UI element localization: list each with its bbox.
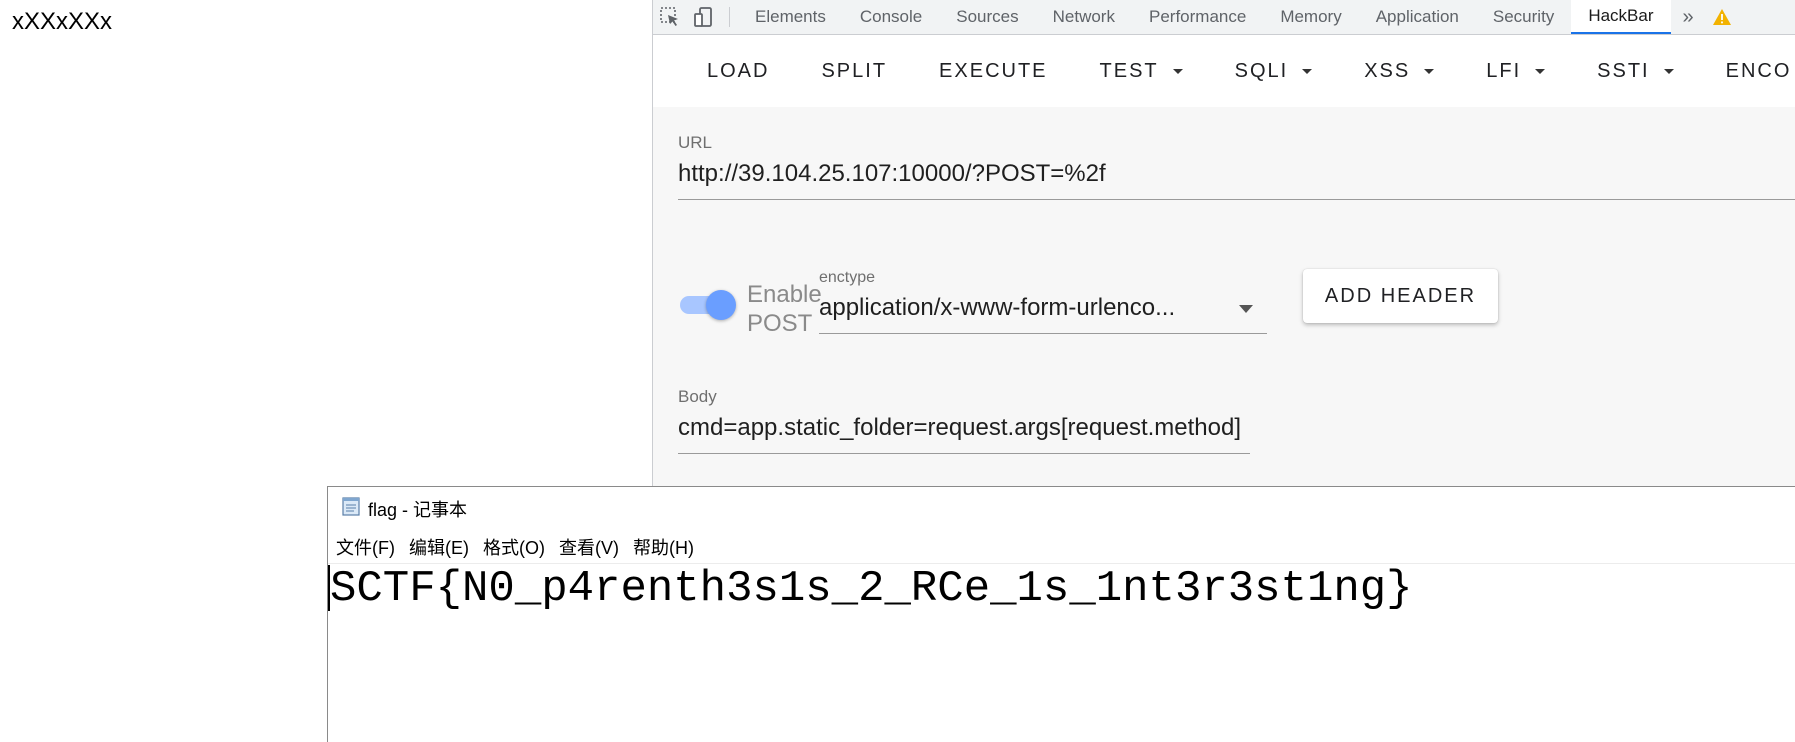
enctype-select[interactable]: application/x-www-form-urlenco... <box>819 294 1175 322</box>
more-tabs-icon[interactable]: » <box>1671 0 1706 34</box>
lfi-button-label: LFI <box>1486 60 1522 82</box>
caret-down-icon <box>1172 69 1183 74</box>
menu-help[interactable]: 帮助(H) <box>633 534 694 560</box>
load-button-label: LOAD <box>707 60 770 82</box>
notepad-title: flag - 记事本 <box>368 499 468 520</box>
menu-edit[interactable]: 编辑(E) <box>409 534 469 560</box>
caret-down-icon <box>1535 69 1546 74</box>
encoding-button-label: ENCO <box>1725 60 1792 82</box>
xss-menu-button[interactable]: XSS <box>1338 60 1460 83</box>
lfi-menu-button[interactable]: LFI <box>1460 60 1571 83</box>
hackbar-form: URL http://39.104.25.107:10000/?POST=%2f… <box>653 107 1795 486</box>
encoding-menu-button[interactable]: ENCO <box>1700 60 1795 83</box>
notepad-window: flag - 记事本 文件(F) 编辑(E) 格式(O) 查看(V) 帮助(H)… <box>327 486 1795 742</box>
execute-button-label: EXECUTE <box>939 60 1048 82</box>
sqli-button-label: SQLI <box>1234 60 1289 82</box>
tab-application[interactable]: Application <box>1359 0 1476 34</box>
sqli-menu-button[interactable]: SQLI <box>1209 60 1339 83</box>
tab-elements[interactable]: Elements <box>738 0 843 34</box>
body-underline <box>678 453 1250 454</box>
xss-button-label: XSS <box>1364 60 1411 82</box>
devtools-panel: Elements Console Sources Network Perform… <box>652 0 1795 486</box>
ssti-button-label: SSTI <box>1597 60 1650 82</box>
toolbar-separator <box>729 7 730 27</box>
tab-sources[interactable]: Sources <box>939 0 1035 34</box>
test-menu-button[interactable]: TEST <box>1074 60 1209 83</box>
caret-down-icon <box>1302 69 1313 74</box>
load-button[interactable]: LOAD <box>681 60 795 83</box>
page-body-text: xXXxXXx <box>12 8 113 35</box>
menu-file[interactable]: 文件(F) <box>336 534 395 560</box>
caret-down-icon <box>1663 69 1674 74</box>
tab-network[interactable]: Network <box>1036 0 1132 34</box>
notepad-text-area[interactable]: SCTF{N0_p4renth3s1s_2_RCe_1s_1nt3r3st1ng… <box>328 564 1795 742</box>
url-underline <box>678 199 1795 200</box>
notepad-icon <box>340 495 362 522</box>
tab-console[interactable]: Console <box>843 0 939 34</box>
tab-memory[interactable]: Memory <box>1263 0 1358 34</box>
tab-hackbar[interactable]: HackBar <box>1571 0 1671 34</box>
enable-post-label: Enable POST <box>747 281 822 337</box>
inspect-element-icon[interactable] <box>653 0 687 34</box>
devtools-tab-bar: Elements Console Sources Network Perform… <box>653 0 1795 35</box>
warning-icon[interactable] <box>1706 0 1732 34</box>
toggle-knob <box>706 290 736 320</box>
dropdown-arrow-icon[interactable] <box>1239 305 1253 313</box>
add-header-button[interactable]: ADD HEADER <box>1303 269 1498 323</box>
notepad-menu-bar: 文件(F) 编辑(E) 格式(O) 查看(V) 帮助(H) <box>328 530 1795 564</box>
ssti-menu-button[interactable]: SSTI <box>1571 60 1699 83</box>
enctype-underline <box>819 333 1267 334</box>
split-button[interactable]: SPLIT <box>795 60 913 83</box>
enctype-label: enctype <box>819 269 876 286</box>
menu-view[interactable]: 查看(V) <box>559 534 619 560</box>
test-button-label: TEST <box>1099 60 1159 82</box>
url-input[interactable]: http://39.104.25.107:10000/?POST=%2f <box>678 160 1106 188</box>
device-toolbar-icon[interactable] <box>687 0 721 34</box>
notepad-content-text: SCTF{N0_p4renth3s1s_2_RCe_1s_1nt3r3st1ng… <box>330 564 1413 614</box>
notepad-title-bar[interactable]: flag - 记事本 <box>328 487 1795 530</box>
url-label: URL <box>678 133 713 152</box>
body-label: Body <box>678 387 717 406</box>
enable-post-toggle[interactable] <box>680 287 736 321</box>
menu-format[interactable]: 格式(O) <box>483 534 545 560</box>
split-button-label: SPLIT <box>821 60 888 82</box>
tab-performance[interactable]: Performance <box>1132 0 1263 34</box>
execute-button[interactable]: EXECUTE <box>913 60 1073 83</box>
body-input[interactable]: cmd=app.static_folder=request.args[reque… <box>678 414 1241 442</box>
caret-down-icon <box>1424 69 1435 74</box>
hackbar-toolbar: LOAD SPLIT EXECUTE TEST SQLI XSS LFI SST… <box>653 36 1795 107</box>
tab-security[interactable]: Security <box>1476 0 1571 34</box>
